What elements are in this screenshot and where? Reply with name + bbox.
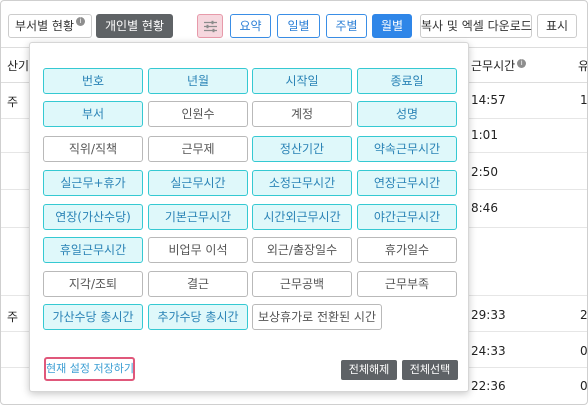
column-chip-scheduled-hours[interactable]: 소정근무시간 (252, 170, 352, 196)
row-far-cell: 0 (580, 344, 588, 358)
column-chip-number[interactable]: 번호 (43, 68, 143, 94)
copy-excel-download-button[interactable]: 복사 및 엑셀 다운로드 (420, 14, 532, 38)
row-time-cell: 1:01 (471, 128, 498, 142)
row-time-cell: 2:50 (471, 165, 498, 179)
dept-status-tab[interactable]: 부서별 현황 i (8, 14, 92, 38)
column-chip-actual-hours[interactable]: 실근무시간 (148, 170, 248, 196)
row-far-cell: 2 (580, 308, 588, 322)
toolbar: 부서별 현황 i 개인별 현황 요약 일별 주별 월별 복사 및 엑셀 다운로드 … (1, 1, 587, 41)
deselect-all-button[interactable]: 전체해제 (341, 360, 397, 380)
weekly-button[interactable]: 주별 (326, 14, 367, 38)
personal-status-tab[interactable]: 개인별 현황 (96, 14, 173, 38)
select-all-button[interactable]: 전체선택 (402, 360, 458, 380)
header-worktime-text: 근무시간 (471, 59, 516, 73)
column-chip-account[interactable]: 계정 (252, 101, 352, 127)
column-chip-start-date[interactable]: 시작일 (252, 68, 352, 94)
row-far-cell: 0 (580, 379, 588, 393)
column-chip-settlement-period[interactable]: 정산기간 (252, 136, 352, 162)
column-select-panel: 번호 년월 시작일 종료일 부서 인원수 계정 성명 직위/직책 근무제 정산기… (29, 42, 469, 392)
monthly-button[interactable]: 월별 (372, 14, 412, 38)
row-time-cell: 24:33 (471, 344, 506, 358)
column-chip-holiday-hours[interactable]: 휴일근무시간 (43, 237, 143, 263)
display-button[interactable]: 표시 (537, 14, 577, 38)
row-time-cell: 14:57 (471, 93, 506, 107)
column-chip-end-date[interactable]: 종료일 (357, 68, 457, 94)
column-chip-headcount[interactable]: 인원수 (148, 101, 248, 127)
sliders-icon (204, 20, 217, 33)
column-chip-promised-hours[interactable]: 약속근무시간 (357, 136, 457, 162)
daily-button[interactable]: 일별 (277, 14, 320, 38)
column-chip-overtime-premium[interactable]: 연장(가산수당) (43, 204, 143, 230)
header-worktime-label: 근무시간 i (471, 57, 527, 74)
column-chip-extra-hours[interactable]: 시간외근무시간 (252, 204, 352, 230)
dept-status-label: 부서별 현황 (14, 19, 74, 33)
app-frame: 부서별 현황 i 개인별 현황 요약 일별 주별 월별 복사 및 엑셀 다운로드 … (0, 0, 588, 405)
info-icon: i (517, 59, 527, 68)
column-chip-work-system[interactable]: 근무제 (148, 136, 248, 162)
row-time-cell: 22:36 (471, 379, 506, 393)
column-chip-extra-allowance-total[interactable]: 추가수당 총시간 (148, 304, 248, 330)
column-chip-premium-total[interactable]: 가산수당 총시간 (43, 304, 143, 330)
column-chip-leave-days[interactable]: 휴가일수 (357, 237, 457, 263)
header-left-label: 산기 (7, 59, 30, 73)
column-chip-work-gap[interactable]: 근무공백 (252, 271, 352, 297)
row-far-cell: 1 (580, 93, 588, 107)
column-chip-work-shortage[interactable]: 근무부족 (357, 271, 457, 297)
column-chip-name[interactable]: 성명 (357, 101, 457, 127)
info-icon: i (76, 17, 85, 26)
column-chip-actual-plus-leave[interactable]: 실근무+휴가 (43, 170, 143, 196)
column-chip-late-early[interactable]: 지각/조퇴 (43, 271, 143, 297)
column-chip-non-work-away[interactable]: 비업무 이석 (148, 237, 248, 263)
summary-button[interactable]: 요약 (230, 14, 271, 38)
save-current-settings-button[interactable]: 현재 설정 저장하기 (44, 357, 135, 381)
column-chip-comp-leave-converted[interactable]: 보상휴가로 전환된 시간 (252, 304, 382, 330)
column-chip-overtime-hours[interactable]: 연장근무시간 (357, 170, 457, 196)
column-chip-department[interactable]: 부서 (43, 101, 143, 127)
row-time-cell: 8:46 (471, 201, 498, 215)
header-far-label: 유 (578, 59, 588, 73)
column-settings-button[interactable] (197, 14, 223, 38)
row-left-cell: 주 (7, 310, 19, 324)
row-time-cell: 29:33 (471, 308, 506, 322)
column-chip-position[interactable]: 직위/직책 (43, 136, 143, 162)
row-left-cell: 주 (7, 95, 19, 109)
column-chip-outside-trip-days[interactable]: 외근/출장일수 (252, 237, 352, 263)
column-chip-night-hours[interactable]: 야간근무시간 (357, 204, 457, 230)
column-chip-basic-hours[interactable]: 기본근무시간 (148, 204, 248, 230)
column-chip-absence[interactable]: 결근 (148, 271, 248, 297)
column-chip-year-month[interactable]: 년월 (148, 68, 248, 94)
